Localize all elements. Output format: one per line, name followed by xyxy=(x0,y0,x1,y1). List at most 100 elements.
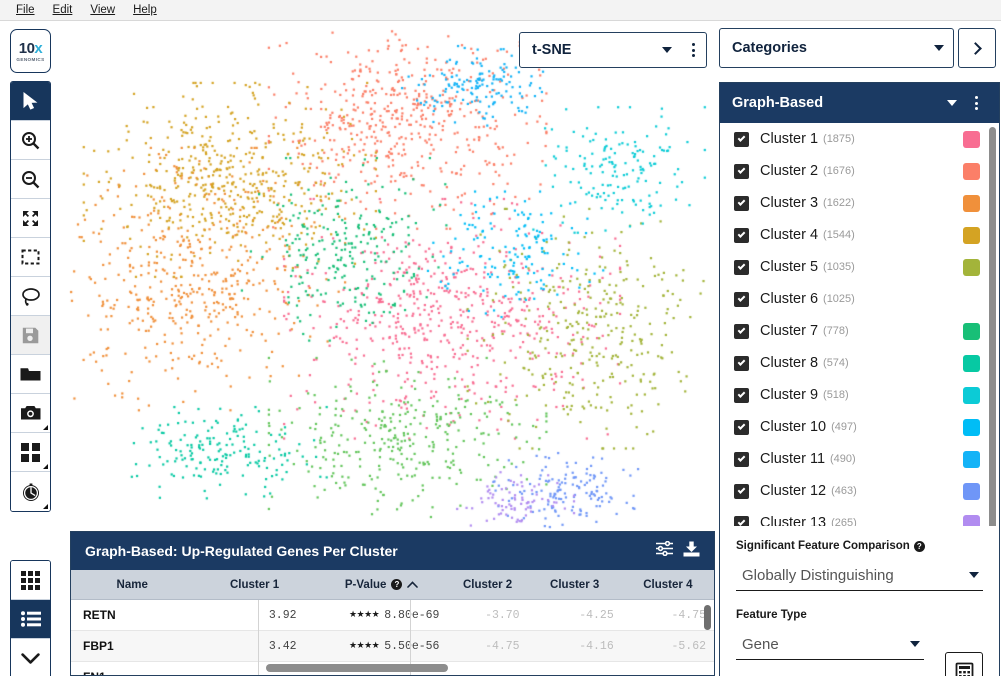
camera-tool[interactable] xyxy=(11,394,50,433)
cluster-color-swatch[interactable] xyxy=(963,354,980,372)
categories-selector[interactable]: Categories xyxy=(719,28,954,68)
menu-item-file[interactable]: File xyxy=(8,1,43,19)
column-header-cluster3[interactable]: Cluster 3 xyxy=(528,579,622,591)
menu-item-help[interactable]: Help xyxy=(125,1,165,19)
comparison-select[interactable]: Globally Distinguishing xyxy=(736,560,983,591)
scatter-canvas[interactable] xyxy=(60,22,715,534)
cluster-color-swatch[interactable] xyxy=(963,194,980,212)
cluster-checkbox[interactable] xyxy=(734,387,749,403)
cluster-row[interactable]: Cluster 1 (1875) xyxy=(720,123,999,155)
grid-layout-tool[interactable] xyxy=(11,433,50,472)
grid-menu-corner[interactable] xyxy=(43,464,48,469)
cluster-color-swatch[interactable] xyxy=(963,226,980,244)
color-menu-corner[interactable] xyxy=(43,504,48,509)
fit-screen-tool[interactable] xyxy=(11,199,50,238)
cursor-tool[interactable] xyxy=(11,82,50,121)
table-row[interactable]: FBP1 3.42 ★★★★ 5.50e-56 -4.75 -4.16 -5.6… xyxy=(71,631,714,662)
cluster-count: (1025) xyxy=(823,293,855,305)
cluster-color-swatch[interactable] xyxy=(963,322,980,340)
table-horizontal-scrollbar[interactable] xyxy=(266,664,448,672)
cluster-list-scrollbar[interactable] xyxy=(989,127,996,535)
cluster-label: Cluster 7 xyxy=(760,323,819,339)
comparison-chevron-down-icon[interactable] xyxy=(969,572,983,578)
save-tool[interactable] xyxy=(11,316,50,355)
table-download-icon[interactable] xyxy=(683,541,700,562)
feature-type-label: Feature Type xyxy=(736,609,807,621)
projection-selector[interactable]: t-SNE xyxy=(519,32,707,68)
cluster-row[interactable]: Cluster 12 (463) xyxy=(720,475,999,507)
help-icon[interactable]: ? xyxy=(913,540,925,552)
cluster-card-title: Graph-Based xyxy=(732,95,824,111)
expand-panel-button[interactable] xyxy=(958,28,996,68)
rectangle-select-tool[interactable] xyxy=(11,238,50,277)
cluster-checkbox[interactable] xyxy=(734,163,749,179)
column-header-name[interactable]: Name xyxy=(71,579,193,591)
menu-item-view[interactable]: View xyxy=(82,1,123,19)
zoom-out-tool[interactable] xyxy=(11,160,50,199)
cluster-checkbox[interactable] xyxy=(734,259,749,275)
pvalue-help-icon[interactable]: ? xyxy=(391,579,403,590)
cluster-checkbox[interactable] xyxy=(734,451,749,467)
grid-view-tool[interactable] xyxy=(11,561,50,600)
cluster-color-swatch[interactable] xyxy=(963,291,980,308)
cluster-checkbox[interactable] xyxy=(734,291,749,307)
cluster-row[interactable]: Cluster 9 (518) xyxy=(720,379,999,411)
tsne-scatter-plot[interactable] xyxy=(60,22,715,534)
categories-chevron-down-icon[interactable] xyxy=(925,45,953,51)
sort-ascending-icon[interactable] xyxy=(407,579,419,591)
cluster-row[interactable]: Cluster 10 (497) xyxy=(720,411,999,443)
cluster-kebab-menu-icon[interactable] xyxy=(965,96,987,110)
column-header-cluster1[interactable]: Cluster 1 xyxy=(193,579,315,591)
table-row[interactable]: RETN 3.92 ★★★★ 8.80e-69 -3.70 -4.25 -4.7… xyxy=(71,600,714,631)
cluster-color-swatch[interactable] xyxy=(963,162,980,180)
menu-item-view-label: View xyxy=(90,4,116,16)
projection-kebab-menu-icon[interactable] xyxy=(680,43,706,57)
cluster-row[interactable]: Cluster 11 (490) xyxy=(720,443,999,475)
cluster-row[interactable]: Cluster 8 (574) xyxy=(720,347,999,379)
cluster-checkbox[interactable] xyxy=(734,195,749,211)
column-header-cluster2[interactable]: Cluster 2 xyxy=(448,579,528,591)
column-header-pvalue-label: P-Value xyxy=(344,578,387,591)
cluster-color-swatch[interactable] xyxy=(963,130,980,148)
cell-cluster2: -3.70 xyxy=(485,608,520,622)
color-mode-tool[interactable] xyxy=(11,472,50,511)
cluster-row[interactable]: Cluster 3 (1622) xyxy=(720,187,999,219)
cluster-list[interactable]: Cluster 1 (1875) Cluster 2 (1676) Cluster 3 (… xyxy=(720,123,999,562)
cluster-checkbox[interactable] xyxy=(734,227,749,243)
gene-table-header: Graph-Based: Up-Regulated Genes Per Clus… xyxy=(71,532,714,570)
cluster-color-swatch[interactable] xyxy=(963,418,980,436)
cluster-row[interactable]: Cluster 2 (1676) xyxy=(720,155,999,187)
feature-type-select[interactable]: Gene xyxy=(736,629,924,660)
zoom-in-tool[interactable] xyxy=(11,121,50,160)
cluster-color-swatch[interactable] xyxy=(963,482,980,500)
table-settings-icon[interactable] xyxy=(656,540,673,561)
cluster-color-swatch[interactable] xyxy=(963,258,980,276)
cluster-checkbox[interactable] xyxy=(734,323,749,339)
projection-chevron-down-icon[interactable] xyxy=(654,47,680,53)
cluster-checkbox[interactable] xyxy=(734,419,749,435)
camera-menu-corner[interactable] xyxy=(43,425,48,430)
lasso-select-tool[interactable] xyxy=(11,277,50,316)
table-vertical-scrollbar[interactable] xyxy=(704,605,711,630)
cluster-row[interactable]: Cluster 6 (1025) xyxy=(720,283,999,315)
collapse-tool[interactable] xyxy=(11,639,50,676)
cluster-color-swatch[interactable] xyxy=(963,386,980,404)
cluster-chevron-down-icon[interactable] xyxy=(939,100,965,106)
column-header-pvalue[interactable]: P-Value ? xyxy=(316,579,448,591)
open-folder-tool[interactable] xyxy=(11,355,50,394)
feature-type-value: Gene xyxy=(742,635,779,653)
cluster-row[interactable]: Cluster 5 (1035) xyxy=(720,251,999,283)
menu-item-edit[interactable]: Edit xyxy=(45,1,81,19)
list-view-tool[interactable] xyxy=(11,600,50,639)
cluster-label: Cluster 8 xyxy=(760,355,819,371)
cluster-color-swatch[interactable] xyxy=(963,450,980,468)
feature-type-chevron-down-icon[interactable] xyxy=(910,641,924,647)
cluster-checkbox[interactable] xyxy=(734,131,749,147)
column-header-cluster4[interactable]: Cluster 4 xyxy=(622,579,714,591)
cluster-row[interactable]: Cluster 7 (778) xyxy=(720,315,999,347)
cluster-checkbox[interactable] xyxy=(734,355,749,371)
cluster-checkbox[interactable] xyxy=(734,483,749,499)
cluster-row[interactable]: Cluster 4 (1544) xyxy=(720,219,999,251)
comparison-label-row: Significant Feature Comparison ? xyxy=(736,540,983,552)
calculate-button[interactable] xyxy=(945,652,983,676)
